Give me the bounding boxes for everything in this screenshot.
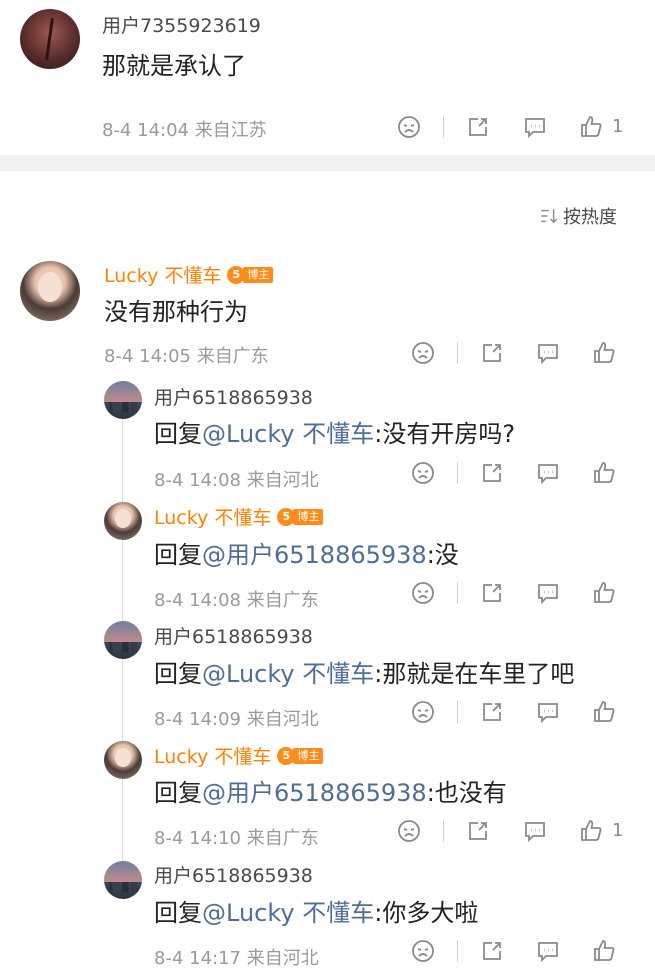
mention-link[interactable]: @Lucky 不懂车 bbox=[202, 420, 374, 448]
divider bbox=[457, 701, 458, 723]
sort-icon bbox=[539, 206, 559, 226]
avatar[interactable] bbox=[20, 9, 80, 69]
like-thumb-icon[interactable] bbox=[578, 114, 604, 140]
reply-meta: 8-4 14:09 来自河北 bbox=[154, 709, 319, 730]
avatar[interactable] bbox=[104, 741, 142, 779]
reply-text: 回复@用户6518865938:也没有 bbox=[154, 773, 507, 808]
dislike-face-icon[interactable] bbox=[396, 114, 422, 140]
divider bbox=[443, 116, 444, 138]
divider bbox=[457, 462, 458, 484]
comment-icon[interactable] bbox=[535, 580, 561, 606]
comment-icon[interactable] bbox=[522, 114, 548, 140]
reply-text: 回复@Lucky 不懂车:那就是在车里了吧 bbox=[154, 654, 574, 689]
share-icon[interactable] bbox=[479, 580, 505, 606]
reply-body: :你多大啦 bbox=[374, 899, 479, 927]
like-thumb-icon[interactable] bbox=[578, 818, 604, 844]
reply-prefix: 回复 bbox=[154, 779, 202, 807]
mention-link[interactable]: @用户6518865938 bbox=[202, 779, 427, 807]
comment-text: 没有那种行为 bbox=[104, 298, 248, 326]
reply-text: 回复@Lucky 不懂车:你多大啦 bbox=[154, 893, 478, 928]
share-icon[interactable] bbox=[465, 818, 491, 844]
badge-label: 博主 bbox=[293, 747, 324, 764]
blogger-badge: 5 博主 bbox=[277, 507, 324, 526]
like-thumb-icon[interactable] bbox=[591, 460, 617, 486]
sort-label: 按热度 bbox=[563, 207, 617, 228]
reply-meta: 8-4 14:17 来自河北 bbox=[154, 948, 319, 969]
mention-link[interactable]: @Lucky 不懂车 bbox=[202, 899, 374, 927]
dislike-face-icon[interactable] bbox=[410, 340, 436, 366]
blogger-badge: 5 博主 bbox=[277, 746, 324, 765]
reply-body: :没有开房吗? bbox=[374, 420, 516, 448]
reply-body: :没 bbox=[426, 541, 459, 569]
reply-prefix: 回复 bbox=[154, 660, 202, 688]
reply-username[interactable]: 用户6518865938 bbox=[154, 622, 313, 649]
divider bbox=[443, 820, 444, 842]
reply-text: 回复@用户6518865938:没 bbox=[154, 535, 459, 570]
author-username[interactable]: Lucky 不懂车 5 博主 bbox=[154, 503, 324, 530]
divider bbox=[457, 342, 458, 364]
sort-toggle[interactable]: 按热度 bbox=[539, 203, 617, 229]
author-username[interactable]: Lucky 不懂车 5 博主 bbox=[154, 742, 324, 769]
share-icon[interactable] bbox=[479, 699, 505, 725]
author-username[interactable]: Lucky 不懂车 5 博主 bbox=[104, 261, 274, 288]
avatar[interactable] bbox=[104, 621, 142, 659]
comment-icon[interactable] bbox=[535, 460, 561, 486]
reply-username[interactable]: 用户6518865938 bbox=[154, 383, 313, 410]
section-divider bbox=[0, 155, 655, 171]
like-thumb-icon[interactable] bbox=[591, 340, 617, 366]
like-thumb-icon[interactable] bbox=[591, 699, 617, 725]
reply-body: :也没有 bbox=[426, 779, 507, 807]
dislike-face-icon[interactable] bbox=[410, 580, 436, 606]
comment-icon[interactable] bbox=[535, 938, 561, 964]
reply-meta: 8-4 14:08 来自广东 bbox=[154, 590, 319, 611]
dislike-face-icon[interactable] bbox=[396, 818, 422, 844]
comment-icon[interactable] bbox=[535, 699, 561, 725]
like-count: 1 bbox=[612, 820, 624, 841]
badge-label: 博主 bbox=[243, 266, 274, 283]
reply-meta: 8-4 14:08 来自河北 bbox=[154, 470, 319, 491]
reply-prefix: 回复 bbox=[154, 541, 202, 569]
comment-icon[interactable] bbox=[522, 818, 548, 844]
author-name: Lucky 不懂车 bbox=[154, 507, 272, 529]
blogger-badge: 5 博主 bbox=[227, 265, 274, 284]
comment-icon[interactable] bbox=[535, 340, 561, 366]
share-icon[interactable] bbox=[479, 460, 505, 486]
dislike-face-icon[interactable] bbox=[410, 938, 436, 964]
like-thumb-icon[interactable] bbox=[591, 938, 617, 964]
divider bbox=[457, 582, 458, 604]
like-thumb-icon[interactable] bbox=[591, 580, 617, 606]
share-icon[interactable] bbox=[479, 938, 505, 964]
author-name: Lucky 不懂车 bbox=[154, 746, 272, 768]
reply-meta: 8-4 14:10 来自广东 bbox=[154, 828, 319, 849]
mention-link[interactable]: @用户6518865938 bbox=[202, 541, 427, 569]
comment-username[interactable]: 用户7355923619 bbox=[102, 11, 261, 38]
reply-prefix: 回复 bbox=[154, 899, 202, 927]
badge-label: 博主 bbox=[293, 508, 324, 525]
share-icon[interactable] bbox=[465, 114, 491, 140]
dislike-face-icon[interactable] bbox=[410, 460, 436, 486]
divider bbox=[457, 940, 458, 962]
mention-link[interactable]: @Lucky 不懂车 bbox=[202, 660, 374, 688]
avatar[interactable] bbox=[104, 502, 142, 540]
share-icon[interactable] bbox=[479, 340, 505, 366]
avatar[interactable] bbox=[104, 861, 142, 899]
reply-prefix: 回复 bbox=[154, 420, 202, 448]
reply-text: 回复@Lucky 不懂车:没有开房吗? bbox=[154, 414, 515, 449]
author-name: Lucky 不懂车 bbox=[104, 265, 222, 287]
reply-username[interactable]: 用户6518865938 bbox=[154, 861, 313, 888]
dislike-face-icon[interactable] bbox=[410, 699, 436, 725]
comment-meta: 8-4 14:04 来自江苏 bbox=[102, 120, 267, 141]
reply-body: :那就是在车里了吧 bbox=[374, 660, 575, 688]
avatar[interactable] bbox=[20, 261, 80, 321]
comment-meta: 8-4 14:05 来自广东 bbox=[104, 346, 269, 367]
avatar[interactable] bbox=[104, 381, 142, 419]
comment-text: 那就是承认了 bbox=[102, 52, 246, 80]
like-count: 1 bbox=[612, 116, 624, 137]
